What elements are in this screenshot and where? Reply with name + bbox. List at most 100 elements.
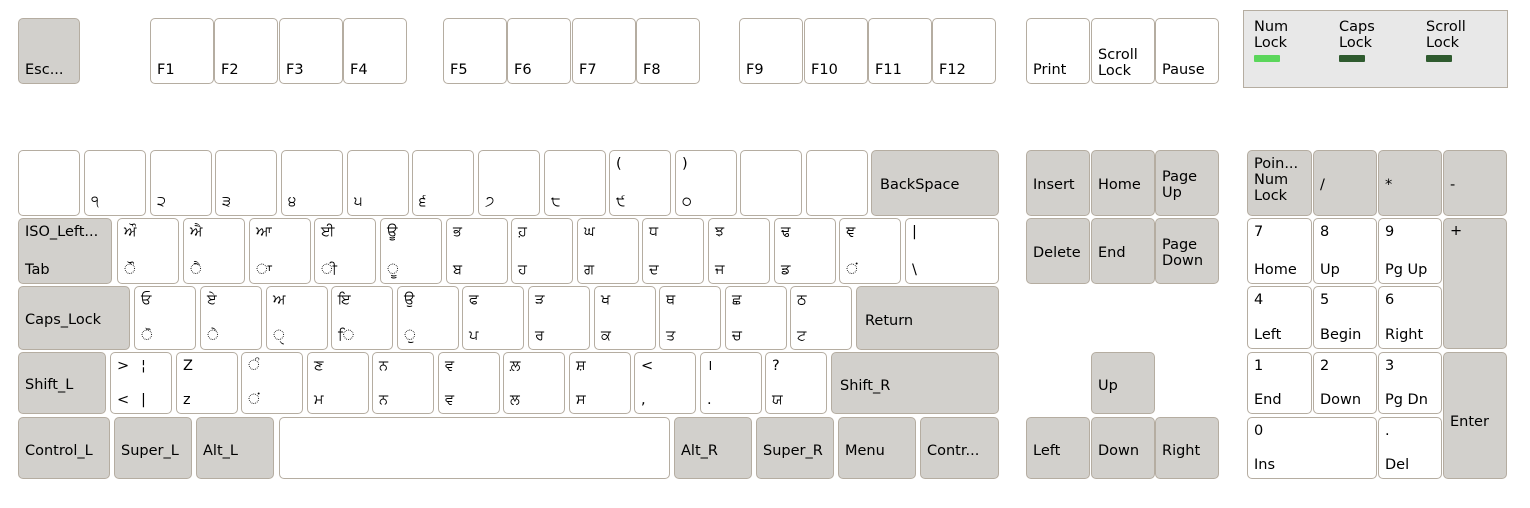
key-insert[interactable]: Insert: [1026, 150, 1090, 216]
key-t[interactable]: ਊੂ: [380, 218, 442, 284]
key-d[interactable]: ਅੑ: [266, 286, 328, 350]
key-slash[interactable]: ? ਯ: [765, 352, 827, 414]
key-page-down[interactable]: Page Down: [1155, 218, 1219, 284]
key-bracketleft[interactable]: ਢਡ: [774, 218, 836, 284]
key-r[interactable]: ਈੀ: [314, 218, 376, 284]
key-k[interactable]: ਖਕ: [594, 286, 656, 350]
key-f7[interactable]: F7: [572, 18, 636, 84]
key-caps-lock[interactable]: Caps_Lock: [18, 286, 130, 350]
key-0[interactable]: ) ੦: [675, 150, 737, 216]
key-numpad-3[interactable]: 3 Pg Dn: [1378, 352, 1442, 414]
key-f11[interactable]: F11: [868, 18, 932, 84]
key-arrow-right[interactable]: Right: [1155, 417, 1219, 479]
key-z[interactable]: Zz: [176, 352, 238, 414]
key-numpad-multiply[interactable]: *: [1378, 150, 1442, 216]
key-f6[interactable]: F6: [507, 18, 571, 84]
key-f10[interactable]: F10: [804, 18, 868, 84]
key-numpad-7[interactable]: 7 Home: [1247, 218, 1312, 284]
key-m[interactable]: ਸ਼ ਸ: [569, 352, 631, 414]
key-backspace[interactable]: BackSpace: [871, 150, 999, 216]
key-num-lock[interactable]: Poin... Num Lock: [1247, 150, 1312, 216]
key-x[interactable]: ੰਂ: [241, 352, 303, 414]
key-home[interactable]: Home: [1091, 150, 1155, 216]
key-page-up[interactable]: Page Up: [1155, 150, 1219, 216]
key-g[interactable]: ਉੁ: [397, 286, 459, 350]
key-numpad-enter[interactable]: Enter: [1443, 352, 1507, 479]
key-numpad-divide[interactable]: /: [1313, 150, 1377, 216]
key-arrow-down[interactable]: Down: [1091, 417, 1155, 479]
key-alt-left[interactable]: Alt_L: [196, 417, 274, 479]
key-super-left[interactable]: Super_L: [114, 417, 192, 479]
key-b[interactable]: ਵਵ: [438, 352, 500, 414]
key-2[interactable]: ੨: [150, 150, 212, 216]
key-8[interactable]: ੮: [544, 150, 606, 216]
key-f9[interactable]: F9: [739, 18, 803, 84]
key-less-greater[interactable]: > ¦ < |: [110, 352, 172, 414]
key-arrow-left[interactable]: Left: [1026, 417, 1090, 479]
key-numpad-decimal[interactable]: . Del: [1378, 417, 1442, 479]
key-delete[interactable]: Delete: [1026, 218, 1090, 284]
key-numpad-8[interactable]: 8 Up: [1313, 218, 1377, 284]
key-5[interactable]: ੫: [347, 150, 409, 216]
key-scroll-lock[interactable]: Scroll Lock: [1091, 18, 1155, 84]
key-shift-right[interactable]: Shift_R: [831, 352, 999, 414]
key-p[interactable]: ਝਜ: [708, 218, 770, 284]
key-numpad-0[interactable]: 0 Ins: [1247, 417, 1377, 479]
key-arrow-up[interactable]: Up: [1091, 352, 1155, 414]
key-tab[interactable]: ISO_Left... Tab: [18, 218, 112, 284]
key-u[interactable]: ਹ਼ ਹ: [511, 218, 573, 284]
key-return[interactable]: Return: [856, 286, 999, 350]
key-bracketright[interactable]: ਞਂ: [839, 218, 901, 284]
key-w[interactable]: ਐੈ: [183, 218, 245, 284]
key-menu[interactable]: Menu: [838, 417, 916, 479]
key-control-left[interactable]: Control_L: [18, 417, 110, 479]
key-space[interactable]: [279, 417, 670, 479]
key-y[interactable]: ਭਬ: [446, 218, 508, 284]
key-numpad-2[interactable]: 2 Down: [1313, 352, 1377, 414]
key-numpad-add[interactable]: +: [1443, 218, 1507, 349]
key-numpad-4[interactable]: 4 Left: [1247, 286, 1312, 349]
key-v[interactable]: ਨਨ: [372, 352, 434, 414]
key-j[interactable]: ੜਰ: [528, 286, 590, 350]
key-a[interactable]: ਓੋ: [134, 286, 196, 350]
key-backslash[interactable]: | \: [905, 218, 999, 284]
key-o[interactable]: ਧਦ: [642, 218, 704, 284]
key-apostrophe[interactable]: ਠਟ: [790, 286, 852, 350]
key-3[interactable]: ੩: [215, 150, 277, 216]
key-n[interactable]: ਲ਼ ਲ: [503, 352, 565, 414]
key-pause[interactable]: Pause: [1155, 18, 1219, 84]
key-numpad-9[interactable]: 9 Pg Up: [1378, 218, 1442, 284]
key-f5[interactable]: F5: [443, 18, 507, 84]
key-escape[interactable]: Esc...: [18, 18, 80, 84]
key-f[interactable]: ਇਿ: [331, 286, 393, 350]
key-f4[interactable]: F4: [343, 18, 407, 84]
key-f8[interactable]: F8: [636, 18, 700, 84]
key-super-right[interactable]: Super_R: [756, 417, 834, 479]
key-1[interactable]: ੧: [84, 150, 146, 216]
key-alt-right[interactable]: Alt_R: [674, 417, 752, 479]
key-numpad-5[interactable]: 5 Begin: [1313, 286, 1377, 349]
key-period[interactable]: ।.: [700, 352, 762, 414]
key-4[interactable]: ੪: [281, 150, 343, 216]
key-grave[interactable]: [18, 150, 80, 216]
key-i[interactable]: ਘਗ: [577, 218, 639, 284]
key-f2[interactable]: F2: [214, 18, 278, 84]
key-numpad-1[interactable]: 1 End: [1247, 352, 1312, 414]
key-control-right[interactable]: Contr...: [920, 417, 999, 479]
key-equal[interactable]: [806, 150, 868, 216]
key-f12[interactable]: F12: [932, 18, 996, 84]
key-f1[interactable]: F1: [150, 18, 214, 84]
key-9[interactable]: (੯: [609, 150, 671, 216]
key-6[interactable]: ੬: [412, 150, 474, 216]
key-7[interactable]: ੭: [478, 150, 540, 216]
key-semicolon[interactable]: ਛਚ: [725, 286, 787, 350]
key-c[interactable]: ਣਮ: [307, 352, 369, 414]
key-end[interactable]: End: [1091, 218, 1155, 284]
key-f3[interactable]: F3: [279, 18, 343, 84]
key-print-screen[interactable]: Print: [1026, 18, 1090, 84]
key-numpad-6[interactable]: 6 Right: [1378, 286, 1442, 349]
key-l[interactable]: ਥਤ: [659, 286, 721, 350]
key-shift-left[interactable]: Shift_L: [18, 352, 106, 414]
key-q[interactable]: ਔੌ: [117, 218, 179, 284]
key-numpad-subtract[interactable]: -: [1443, 150, 1507, 216]
